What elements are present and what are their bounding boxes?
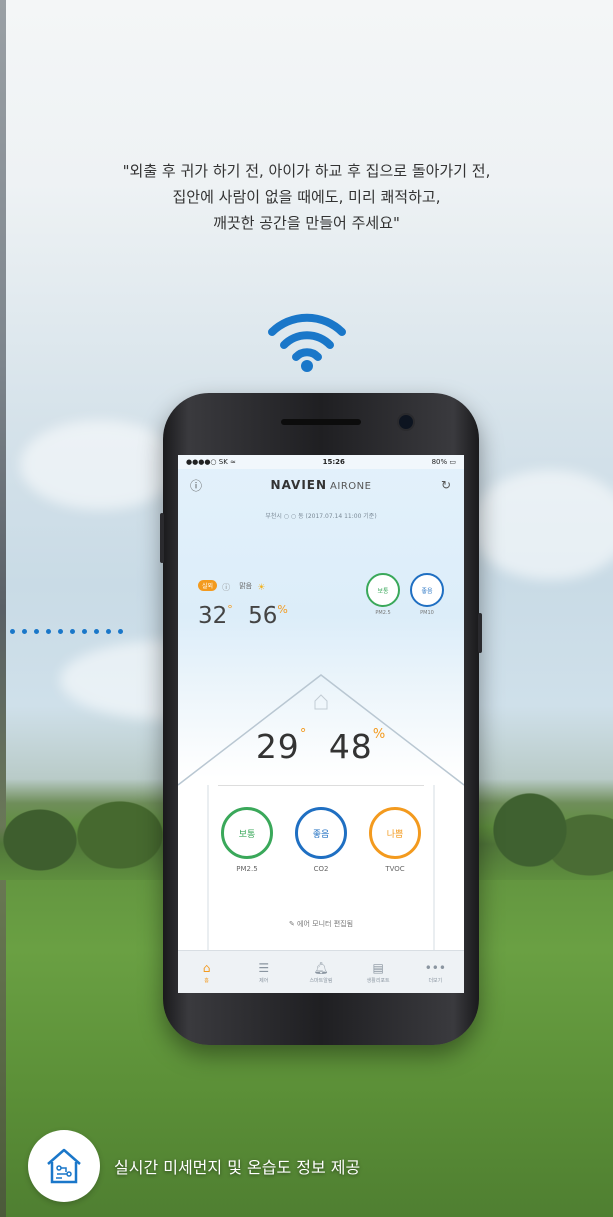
tab-bar: ⌂ 홈 ☰ 제어 🔔︎ 스마트알림 ▤ 생활리포트 ••• 더보기 (178, 950, 464, 993)
weather-info-icon: ⓘ (222, 583, 231, 592)
app-brand: NAVIEN AIRONE (271, 478, 372, 492)
outdoor-values: 32° 56% (198, 603, 288, 629)
home-icon: ⌂ (202, 960, 211, 975)
carrier-signal: ●●●●○ SK ≈ (186, 458, 236, 466)
brand-sub: AIRONE (330, 481, 372, 492)
gauge-co2[interactable]: 좋음 CO2 (292, 807, 350, 873)
location-text: 부천시 ○ ○ 동 (2017.07.14 11:00 기준) (265, 513, 377, 520)
battery: 80% ▭ (431, 458, 456, 466)
gauge-tvoc-status: 나쁨 (369, 807, 421, 859)
phone-camera (397, 413, 415, 431)
left-photo-edge (0, 0, 6, 1217)
volume-button (160, 513, 164, 563)
cloud (470, 470, 613, 580)
quote-text: "외출 후 귀가 하기 전, 아이가 하교 후 집으로 돌아가기 전, 집안에 … (40, 158, 573, 236)
gauge-pm25[interactable]: 보통 PM2.5 (218, 807, 276, 873)
gauge-pm25-label: PM2.5 (236, 865, 258, 873)
gauge-pm25-status: 보통 (221, 807, 273, 859)
outdoor-pm25-label: PM2.5 (375, 610, 391, 616)
feature-text: 실시간 미세먼지 및 온습도 정보 제공 (114, 1158, 361, 1177)
tab-smart-alert[interactable]: 🔔︎ 스마트알림 (301, 961, 341, 984)
tab-report[interactable]: ▤ 생활리포트 (358, 961, 398, 984)
feature-caption: 실시간 미세먼지 및 온습도 정보 제공 (28, 1130, 360, 1202)
tab-control[interactable]: ☰ 제어 (244, 961, 284, 984)
smartphone: ●●●●○ SK ≈ 15:26 80% ▭ ⓘ NAVIEN AIRONE ↻ … (160, 393, 482, 1045)
cloud (20, 420, 180, 510)
app-screen: ●●●●○ SK ≈ 15:26 80% ▭ ⓘ NAVIEN AIRONE ↻ … (178, 455, 464, 993)
outdoor-dust: 보통 PM2.5 좋음 PM10 (366, 573, 444, 616)
outdoor-temp: 32 (198, 603, 228, 629)
gauge-co2-label: CO2 (313, 865, 329, 873)
brand-name: NAVIEN (270, 478, 328, 492)
status-bar: ●●●●○ SK ≈ 15:26 80% ▭ (178, 455, 464, 469)
smart-house-icon (28, 1130, 100, 1202)
stage: "외출 후 귀가 하기 전, 아이가 하교 후 집으로 돌아가기 전, 집안에 … (0, 0, 613, 1217)
info-icon[interactable]: ⓘ (188, 477, 204, 493)
indoor-values: 29° 48% (255, 727, 387, 766)
sun-icon: ☀ (257, 583, 266, 593)
power-button (478, 613, 482, 653)
outdoor-pm10-label: PM10 (420, 610, 434, 616)
bell-icon: 🔔︎ (313, 960, 329, 975)
more-icon: ••• (424, 960, 446, 975)
indoor-humidity: 48 (328, 727, 373, 766)
sliders-icon: ☰ (258, 960, 270, 975)
tab-more[interactable]: ••• 더보기 (415, 961, 455, 984)
connector-dots (10, 629, 123, 634)
tab-home[interactable]: ⌂ 홈 (187, 961, 227, 984)
outdoor-pm25-circle[interactable]: 보통 (366, 573, 400, 607)
quote-line-2: 집안에 사람이 없을 때에도, 미리 쾌적하고, (172, 188, 441, 206)
edit-icon: ✎ (288, 920, 298, 928)
weather-text: 맑음 (239, 581, 253, 590)
gauge-co2-status: 좋음 (295, 807, 347, 859)
divider (218, 785, 424, 786)
quote-line-3: 깨끗한 공간을 만들어 주세요" (213, 214, 400, 232)
indoor-gauges: 보통 PM2.5 좋음 CO2 나쁨 TVOC (218, 807, 424, 873)
refresh-icon[interactable]: ↻ (438, 477, 454, 493)
indoor-temp: 29 (255, 727, 300, 766)
clock: 15:26 (322, 458, 345, 466)
outdoor-pm10-circle[interactable]: 좋음 (410, 573, 444, 607)
report-icon: ▤ (372, 960, 384, 975)
outdoor-tag: 실외 (198, 580, 218, 591)
phone-speaker (281, 419, 361, 425)
gauge-tvoc[interactable]: 나쁨 TVOC (366, 807, 424, 873)
air-monitor-link[interactable]: ✎ 에어 모니터 편집됨 (178, 919, 464, 929)
app-header: ⓘ NAVIEN AIRONE ↻ (178, 469, 464, 501)
gauge-tvoc-label: TVOC (385, 865, 405, 873)
outdoor-humidity: 56 (248, 603, 278, 629)
quote-line-1: "외출 후 귀가 하기 전, 아이가 하교 후 집으로 돌아가기 전, (122, 162, 491, 180)
wifi-icon (268, 313, 346, 372)
